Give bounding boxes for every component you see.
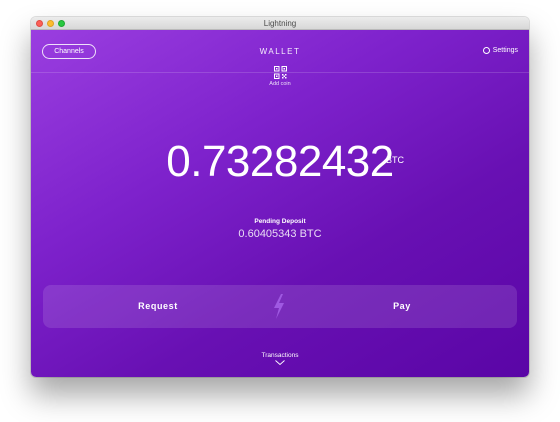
wallet-screen: Channels WALLET Settings Add coin 0.7328… [31, 30, 529, 377]
action-bar: Request Pay [43, 285, 517, 328]
pending-deposit-label: Pending Deposit [254, 218, 306, 225]
settings-icon [482, 47, 490, 54]
lightning-bolt-icon [274, 294, 284, 319]
chevron-down-icon [275, 360, 285, 365]
settings-label: Settings [492, 47, 518, 54]
pending-deposit-value: 0.60405343 BTC [238, 228, 322, 240]
qr-code-icon [273, 66, 287, 79]
add-coin-button[interactable]: Add coin [31, 66, 529, 87]
transactions-toggle[interactable]: Transactions [31, 352, 529, 365]
balance-unit: BTC [386, 155, 404, 165]
add-coin-label: Add coin [269, 81, 291, 87]
window-title: Lightning [263, 19, 297, 28]
page-title: WALLET [259, 47, 301, 56]
title-bar[interactable]: Lightning [31, 17, 529, 30]
pay-button[interactable]: Pay [287, 285, 517, 328]
balance-value: 0.73282432 [166, 137, 394, 186]
transactions-label: Transactions [261, 352, 299, 359]
settings-button[interactable]: Settings [482, 47, 518, 54]
balance-display: 0.73282432 BTC [31, 138, 529, 186]
app-window: Lightning Channels WALLET Settings Add c… [31, 17, 529, 377]
request-button[interactable]: Request [43, 285, 273, 328]
